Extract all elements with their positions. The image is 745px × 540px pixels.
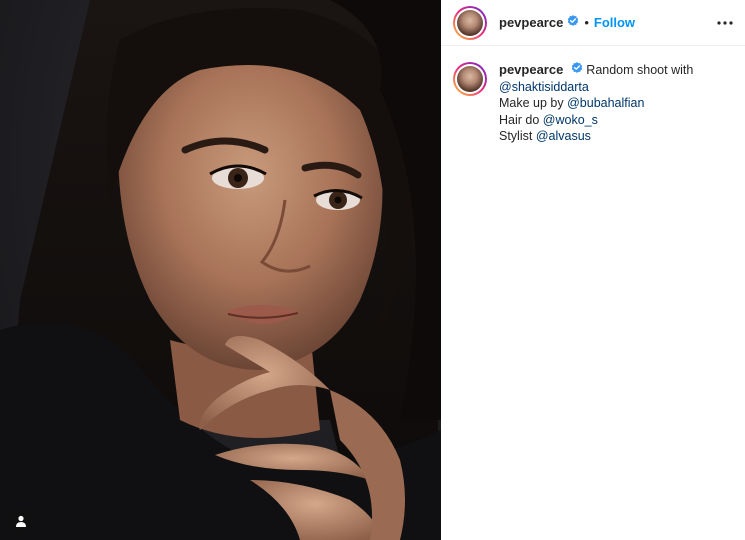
post-header: pevpearce • Follow [441,0,745,46]
portrait-illustration [0,0,441,540]
post-side-panel: pevpearce • Follow pevpearce Random shoo… [441,0,745,540]
mention-link[interactable]: @bubahalfian [567,96,644,110]
author-username[interactable]: pevpearce [499,15,563,30]
post-photo[interactable] [0,0,441,540]
caption-username[interactable]: pevpearce [499,62,563,77]
post-caption: pevpearce Random shoot with @shaktisidda… [441,46,745,145]
follow-button[interactable]: Follow [594,15,635,30]
author-avatar[interactable] [453,5,487,40]
instagram-post: pevpearce • Follow pevpearce Random shoo… [0,0,745,540]
tagged-users-button[interactable] [8,508,34,534]
mention-link[interactable]: @woko_s [543,113,598,127]
separator-dot: • [584,15,589,30]
caption-text: pevpearce Random shoot with @shaktisidda… [499,62,693,145]
verified-badge-icon [567,14,579,32]
caption-line-3: Make up by [499,96,564,111]
user-tag-icon [16,515,26,527]
caption-line-4: Hair do [499,112,540,127]
caption-author-avatar[interactable] [453,62,487,96]
caption-line-5: Stylist [499,129,533,144]
more-options-icon [717,21,733,25]
verified-badge-icon [571,62,583,79]
more-options-button[interactable] [715,13,735,33]
mention-link[interactable]: @shaktisiddarta [499,80,589,94]
mention-link[interactable]: @alvasus [536,129,591,143]
caption-line-1: Random shoot with [586,63,694,77]
